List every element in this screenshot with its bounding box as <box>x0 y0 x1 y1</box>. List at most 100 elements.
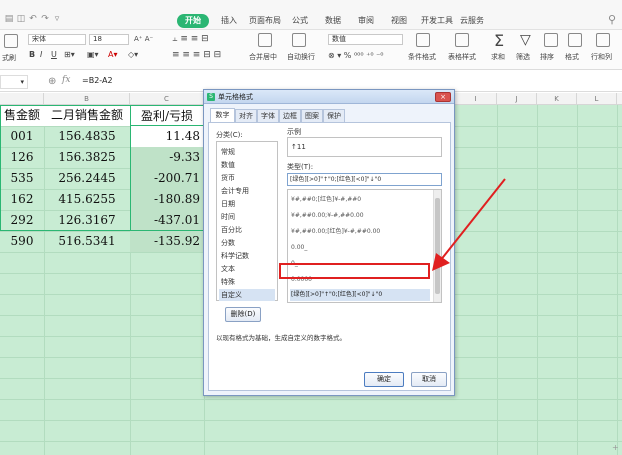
table-cell[interactable]: -200.71 <box>130 168 204 189</box>
category-list[interactable]: 常规 数值 货币 会计专用 日期 时间 百分比 分数 科学记数 文本 特殊 自定… <box>216 141 278 301</box>
category-item-special[interactable]: 特殊 <box>219 276 275 288</box>
format-item[interactable]: 0.00_ <box>290 242 430 254</box>
category-item-number[interactable]: 数值 <box>219 159 275 171</box>
italic-icon[interactable]: I <box>40 50 42 59</box>
filter-label[interactable]: 筛选 <box>516 52 530 62</box>
bold-icon[interactable]: B <box>29 50 35 59</box>
fx-icon[interactable]: fx <box>62 75 70 85</box>
table-style-icon[interactable] <box>455 33 469 47</box>
tab-cloud[interactable]: 云服务 <box>457 14 487 28</box>
conditional-format-label[interactable]: 条件格式 <box>408 52 436 62</box>
category-item-accounting[interactable]: 会计专用 <box>219 185 275 197</box>
delete-button[interactable]: 删除(D) <box>225 307 261 322</box>
font-grow-icon[interactable]: A⁺ A⁻ <box>134 35 153 43</box>
filter-icon[interactable]: ▽ <box>520 32 531 48</box>
column-header-b[interactable]: B <box>44 93 130 105</box>
dropdown-icon[interactable]: ▿ <box>52 14 62 24</box>
underline-icon[interactable]: U <box>51 50 57 59</box>
table-cell[interactable]: 156.4835 <box>44 126 130 147</box>
table-cell[interactable]: 126.3167 <box>44 210 130 231</box>
column-header-j[interactable]: J <box>497 93 537 105</box>
tab-insert[interactable]: 插入 <box>218 14 240 28</box>
format-item[interactable]: ¥#,##0.00;¥-#,##0.00 <box>290 210 430 222</box>
category-item-percentage[interactable]: 百分比 <box>219 224 275 236</box>
undo-icon[interactable]: ↶ <box>28 14 38 24</box>
table-cell[interactable]: 516.5341 <box>44 231 130 252</box>
tab-protection[interactable]: 保护 <box>323 109 345 122</box>
category-item-fraction[interactable]: 分数 <box>219 237 275 249</box>
merge-center-label[interactable]: 合并居中 <box>249 52 277 62</box>
header-cell-b[interactable]: 二月销售金额 <box>44 105 130 126</box>
preview-icon[interactable]: ◫ <box>16 14 26 24</box>
font-size-select[interactable]: 18 <box>89 34 129 45</box>
column-header-k[interactable]: K <box>537 93 577 105</box>
format-painter-label[interactable]: 式刷 <box>2 53 16 63</box>
paste-icon[interactable] <box>4 34 18 48</box>
tab-alignment[interactable]: 对齐 <box>235 109 257 122</box>
category-item-time[interactable]: 时间 <box>219 211 275 223</box>
sum-label[interactable]: 求和 <box>491 52 505 62</box>
table-cell[interactable]: 256.2445 <box>44 168 130 189</box>
clear-icon[interactable]: ◇▾ <box>128 50 138 59</box>
format-icon[interactable] <box>568 33 582 47</box>
currency-icon[interactable]: ⊗ ▾ % ⁰⁰⁰ ⁺⁰ ⁻⁰ <box>328 51 384 60</box>
wrap-icon[interactable] <box>292 33 306 47</box>
table-cell[interactable]: 415.6255 <box>44 189 130 210</box>
table-cell[interactable]: 535 <box>0 168 44 189</box>
table-cell[interactable]: 292 <box>0 210 44 231</box>
column-header-l[interactable]: L <box>577 93 617 105</box>
table-cell[interactable]: 001 <box>0 126 44 147</box>
column-header-i[interactable]: I <box>455 93 497 105</box>
dialog-title[interactable]: 单元格格式 <box>204 90 454 104</box>
tab-font[interactable]: 字体 <box>257 109 279 122</box>
category-item-currency[interactable]: 货币 <box>219 172 275 184</box>
align-top-icon[interactable]: ⫠ ≡ ≡ ⊟ <box>172 34 209 44</box>
category-item-scientific[interactable]: 科学记数 <box>219 250 275 262</box>
formula-input[interactable]: =B2-A2 <box>82 76 113 85</box>
tab-data[interactable]: 数据 <box>322 14 344 28</box>
table-cell[interactable]: -437.01 <box>130 210 204 231</box>
table-cell[interactable]: 126 <box>0 147 44 168</box>
header-cell-a[interactable]: 售金额 <box>0 105 44 126</box>
table-cell[interactable]: 162 <box>0 189 44 210</box>
tab-review[interactable]: 审阅 <box>355 14 377 28</box>
table-cell[interactable]: 11.48 <box>130 126 204 147</box>
format-item[interactable]: ¥#,##0.00;[红色]¥-#,##0.00 <box>290 226 430 238</box>
tab-number[interactable]: 数字 <box>210 108 235 122</box>
table-cell[interactable]: -135.92 <box>130 231 204 252</box>
border-icon[interactable]: ⊞▾ <box>64 50 75 59</box>
format-label[interactable]: 格式 <box>565 52 579 62</box>
table-cell[interactable]: -180.89 <box>130 189 204 210</box>
merge-icon[interactable] <box>258 33 272 47</box>
sum-icon[interactable]: Σ <box>494 31 504 50</box>
tab-page-layout[interactable]: 页面布局 <box>246 14 284 28</box>
format-list[interactable]: ¥#,##0;[红色]¥-#,##0 ¥#,##0.00;¥-#,##0.00 … <box>287 189 442 303</box>
column-header-a[interactable] <box>0 93 44 105</box>
close-button[interactable]: × <box>435 92 451 102</box>
rows-cols-label[interactable]: 行和列 <box>591 52 612 62</box>
header-cell-c[interactable]: 盈利/亏损 <box>130 105 204 126</box>
conditional-format-icon[interactable] <box>416 33 430 47</box>
name-box[interactable]: ▾ <box>0 75 28 89</box>
font-name-select[interactable]: 宋体 <box>28 34 86 45</box>
font-color-icon[interactable]: A▾ <box>108 50 118 59</box>
format-item-selected[interactable]: [绿色][>0]"↑"0;[红色][<0]"↓"0 <box>290 289 430 301</box>
table-cell[interactable]: -9.33 <box>130 147 204 168</box>
category-item-text[interactable]: 文本 <box>219 263 275 275</box>
wrap-text-label[interactable]: 自动换行 <box>287 52 315 62</box>
format-item[interactable]: ¥#,##0;[红色]¥-#,##0 <box>290 194 430 206</box>
redo-icon[interactable]: ↷ <box>40 14 50 24</box>
tab-pattern[interactable]: 图案 <box>301 109 323 122</box>
tab-formula[interactable]: 公式 <box>289 14 311 28</box>
table-style-label[interactable]: 表格样式 <box>448 52 476 62</box>
ok-button[interactable]: 确定 <box>364 372 404 387</box>
category-item-custom[interactable]: 自定义 <box>219 289 275 301</box>
category-item-date[interactable]: 日期 <box>219 198 275 210</box>
table-cell[interactable]: 590 <box>0 231 44 252</box>
sort-label[interactable]: 排序 <box>540 52 554 62</box>
cancel-button[interactable]: 取消 <box>411 372 447 387</box>
type-input[interactable]: [绿色][>0]"↑"0;[红色][<0]"↓"0 <box>287 173 442 186</box>
search-icon[interactable]: ⚲ <box>608 13 616 26</box>
sort-icon[interactable] <box>544 33 558 47</box>
tab-border[interactable]: 边框 <box>279 109 301 122</box>
